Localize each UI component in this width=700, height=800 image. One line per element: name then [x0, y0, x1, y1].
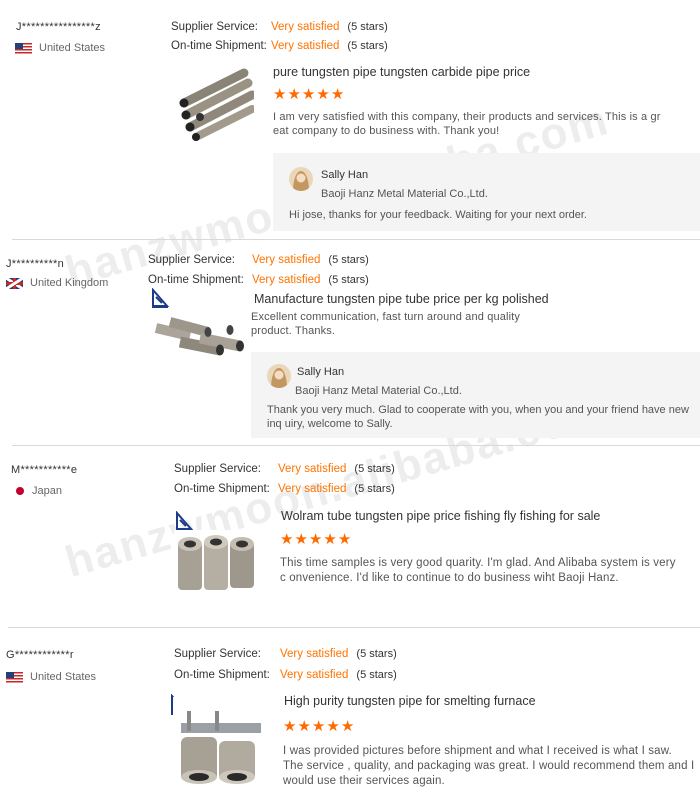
buyer-name: G************r — [6, 649, 74, 661]
supplier-service-rating: Supplier Service: Very satisfied (5 star… — [174, 648, 397, 660]
rating-stars-text: (5 stars) — [347, 40, 388, 52]
rating-value: Very satisfied — [252, 274, 321, 286]
product-title-link[interactable]: Manufacture tungsten pipe tube price per… — [254, 292, 549, 306]
avatar — [289, 167, 313, 191]
rating-stars-text: (5 stars) — [356, 648, 397, 660]
product-image[interactable] — [150, 308, 246, 370]
supplier-reply: Sally Han Baoji Hanz Metal Material Co.,… — [251, 352, 700, 438]
rating-value: Very satisfied — [252, 254, 321, 266]
supplier-service-rating: Supplier Service: Very satisfied (5 star… — [148, 254, 369, 266]
country-name: Japan — [32, 485, 62, 497]
star-icon: ★ — [280, 531, 295, 548]
product-image[interactable] — [174, 530, 262, 594]
product-title-link[interactable]: High purity tungsten pipe for smelting f… — [284, 694, 536, 708]
review-comment: I am very satisfied with this company, t… — [273, 111, 661, 137]
star-icon: ★ — [273, 86, 288, 103]
buyer-country: United Kingdom — [6, 277, 108, 289]
star-icon: ★ — [311, 718, 327, 735]
buyer-name: J**********n — [6, 258, 65, 270]
product-image[interactable] — [172, 65, 254, 145]
rating-label: Supplier Service: — [174, 463, 261, 475]
rating-value: Very satisfied — [280, 669, 349, 681]
rating-stars-text: (5 stars) — [347, 21, 388, 33]
avatar — [267, 364, 291, 388]
rating-value: Very satisfied — [271, 21, 340, 33]
rating-label: On-time Shipment: — [171, 40, 267, 52]
rating-value: Very satisfied — [278, 463, 347, 475]
shipment-rating: On-time Shipment: Very satisfied (5 star… — [148, 274, 369, 286]
supplier-reply: Sally Han Baoji Hanz Metal Material Co.,… — [273, 153, 700, 231]
reply-author: Sally Han — [321, 169, 369, 181]
buyer-country: Japan — [14, 485, 62, 497]
supplier-service-rating: Supplier Service: Very satisfied (5 star… — [174, 463, 395, 475]
buyer-name: J****************z — [16, 21, 101, 33]
rating-stars-text: (5 stars) — [328, 274, 369, 286]
buyer-name: M***********e — [11, 464, 78, 476]
rating-value: Very satisfied — [271, 40, 340, 52]
rating-label: Supplier Service: — [148, 254, 235, 266]
reply-company: Baoji Hanz Metal Material Co.,Ltd. — [321, 188, 488, 200]
japan-flag-icon — [14, 485, 25, 497]
rating-stars-text: (5 stars) — [354, 483, 395, 495]
shipment-rating: On-time Shipment: Very satisfied (5 star… — [174, 669, 397, 681]
review-stars: ★★★★★ — [283, 719, 355, 734]
buyer-country: United States — [6, 671, 96, 683]
rating-stars-text: (5 stars) — [328, 254, 369, 266]
product-title-link[interactable]: pure tungsten pipe tungsten carbide pipe… — [273, 65, 530, 79]
star-icon: ★ — [337, 531, 353, 548]
star-icon: ★ — [323, 531, 338, 548]
divider — [12, 445, 700, 446]
supplier-service-rating: Supplier Service: Very satisfied (5 star… — [171, 21, 388, 33]
review-comment: This time samples is very good quarity. … — [280, 557, 676, 584]
rating-stars-text: (5 stars) — [356, 669, 397, 681]
rating-value: Very satisfied — [278, 483, 347, 495]
reply-text: Hi jose, thanks for your feedback. Waiti… — [289, 209, 587, 221]
reply-text: Thank you very much. Glad to cooperate w… — [267, 404, 689, 430]
rating-stars-text: (5 stars) — [354, 463, 395, 475]
star-icon: ★ — [340, 718, 356, 735]
reply-company: Baoji Hanz Metal Material Co.,Ltd. — [295, 385, 462, 397]
rating-label: Supplier Service: — [171, 21, 258, 33]
country-name: United States — [39, 42, 106, 54]
star-icon: ★ — [301, 86, 317, 103]
buyer-country: United States — [15, 42, 105, 54]
rating-value: Very satisfied — [280, 648, 349, 660]
review-stars: ★★★★★ — [273, 87, 345, 102]
review-comment: I was provided pictures before shipment … — [283, 745, 695, 787]
star-icon: ★ — [294, 531, 309, 548]
product-image[interactable] — [173, 697, 261, 785]
star-icon: ★ — [283, 718, 298, 735]
rating-label: Supplier Service: — [174, 648, 261, 660]
brand-logo-icon — [152, 288, 170, 309]
uk-flag-icon — [6, 277, 23, 289]
star-icon: ★ — [326, 718, 341, 735]
star-icon: ★ — [308, 531, 324, 548]
shipment-rating: On-time Shipment: Very satisfied (5 star… — [171, 40, 388, 52]
divider — [8, 627, 700, 628]
us-flag-icon — [15, 42, 32, 54]
rating-label: On-time Shipment: — [174, 669, 270, 681]
star-icon: ★ — [287, 86, 302, 103]
shipment-rating: On-time Shipment: Very satisfied (5 star… — [174, 483, 395, 495]
star-icon: ★ — [316, 86, 331, 103]
country-name: United Kingdom — [30, 277, 109, 289]
reply-author: Sally Han — [297, 366, 345, 378]
review-stars: ★★★★★ — [280, 532, 352, 547]
country-name: United States — [30, 671, 97, 683]
star-icon: ★ — [297, 718, 312, 735]
star-icon: ★ — [330, 86, 346, 103]
product-title-link[interactable]: Wolram tube tungsten pipe price fishing … — [281, 509, 600, 523]
us-flag-icon — [6, 671, 23, 683]
rating-label: On-time Shipment: — [148, 274, 244, 286]
review-comment: Excellent communication, fast turn aroun… — [251, 311, 521, 337]
divider — [12, 239, 700, 240]
rating-label: On-time Shipment: — [174, 483, 270, 495]
